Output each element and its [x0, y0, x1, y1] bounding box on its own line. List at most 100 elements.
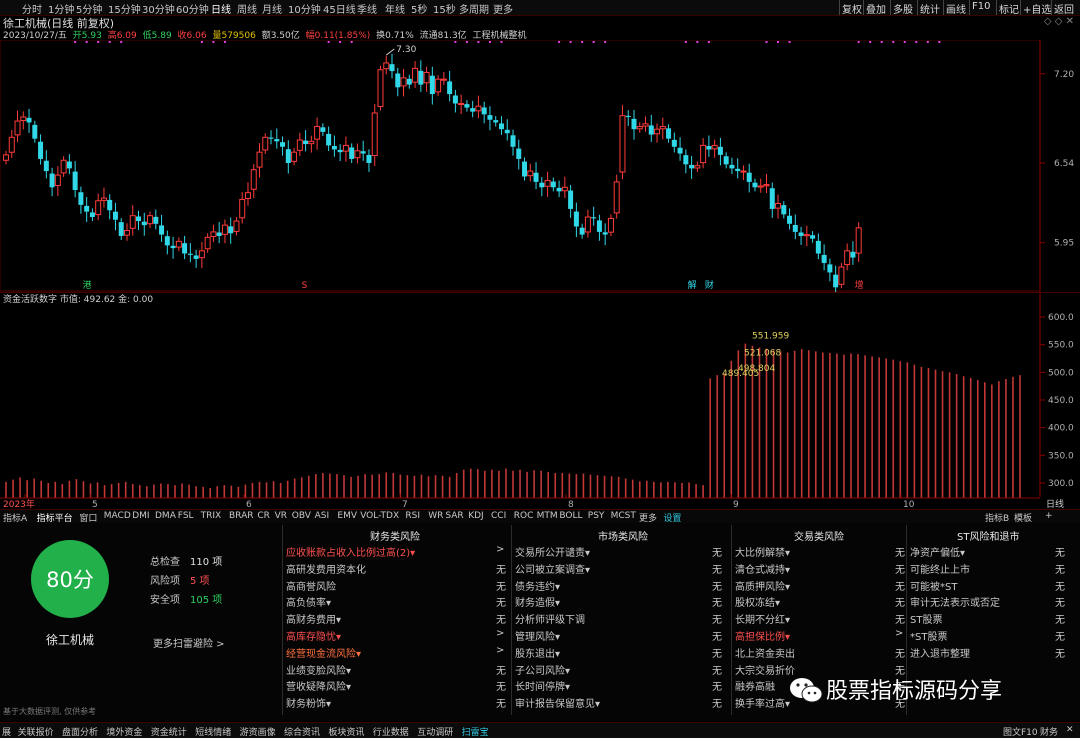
risk-item-3-2[interactable]: 可能被*ST 无 — [910, 578, 1065, 593]
indicator-tab-3[interactable]: MACD — [104, 511, 131, 521]
bottom-tab-4[interactable]: 资金统计 — [151, 725, 187, 738]
indicator-tab-7[interactable]: TRIX — [201, 511, 222, 521]
risk-item-1-5[interactable]: 管理风险▾ 无 — [515, 628, 722, 643]
risk-item-2-2[interactable]: 高质押风险▾ 无 — [735, 578, 905, 593]
bottom-tab-1[interactable]: 关联报价 — [18, 725, 54, 738]
indicator-tab-14[interactable]: VOL-TDX — [360, 511, 399, 521]
chevron-right-icon[interactable]: > — [895, 628, 903, 639]
period-tab-16[interactable]: 更多 — [493, 1, 513, 16]
period-tab-13[interactable]: 5秒 — [411, 1, 427, 16]
period-tab-15[interactable]: 多周期 — [459, 1, 489, 16]
more-scan-link[interactable]: 更多扫雷避险 > — [153, 635, 225, 650]
risk-item-3-3[interactable]: 审计无法表示或否定 无 — [910, 594, 1065, 609]
toolbar-button-0[interactable]: 复权 — [842, 1, 862, 16]
risk-item-3-6[interactable]: 进入退市整理 无 — [910, 645, 1065, 660]
candlestick-chart[interactable]: 7.206.545.957.305.60港S解财增 — [0, 40, 1080, 292]
indicator-tab-24[interactable]: MCST — [611, 511, 636, 521]
risk-item-1-2[interactable]: 债务违约▾ 无 — [515, 578, 722, 593]
indicator-tab-4[interactable]: DMI — [132, 511, 149, 521]
chevron-right-icon[interactable]: > — [496, 628, 504, 639]
indicator-tab-13[interactable]: EMV — [337, 511, 357, 521]
indicator-tab-18[interactable]: KDJ — [468, 511, 484, 521]
bottom-right-item-2[interactable]: ✕ — [1066, 725, 1074, 735]
risk-item-1-0[interactable]: 交易所公开谴责▾ 无 — [515, 544, 722, 559]
risk-item-0-0[interactable]: 应收账款占收入比例过高(2)▾ > — [286, 544, 504, 559]
period-tab-12[interactable]: 年线 — [385, 1, 405, 16]
period-tab-9[interactable]: 10分钟 — [288, 1, 321, 16]
chevron-right-icon[interactable]: > — [496, 544, 504, 555]
toolbar-button-3[interactable]: 统计 — [920, 1, 940, 16]
risk-item-1-4[interactable]: 分析师评级下调 无 — [515, 611, 722, 626]
toolbar-button-1[interactable]: 叠加 — [866, 1, 886, 16]
indicator-tab-5[interactable]: DMA — [155, 511, 176, 521]
bottom-tab-3[interactable]: 境外资金 — [106, 725, 142, 738]
bottom-tab-9[interactable]: 行业数据 — [373, 725, 409, 738]
toolbar-button-5[interactable]: F10 — [972, 1, 990, 12]
period-tab-8[interactable]: 月线 — [262, 1, 282, 16]
period-tab-14[interactable]: 15秒 — [433, 1, 456, 16]
risk-item-1-1[interactable]: 公司被立案调查▾ 无 — [515, 561, 722, 576]
toolbar-button-4[interactable]: 画线 — [946, 1, 966, 16]
risk-item-0-9[interactable]: 财务粉饰▾ 无 — [286, 695, 506, 710]
indicator-tab-right-2[interactable]: + — [1045, 511, 1053, 521]
risk-item-1-6[interactable]: 股东退出▾ 无 — [515, 645, 722, 660]
indicator-tab-20[interactable]: ROC — [514, 511, 534, 521]
bottom-tab-6[interactable]: 游资画像 — [240, 725, 276, 738]
indicator-tab-10[interactable]: VR — [275, 511, 287, 521]
chart-panel-icons[interactable]: ◇ ◇ ✕ — [1044, 16, 1074, 27]
indicator-tab-16[interactable]: WR — [428, 511, 443, 521]
indicator-tab-12[interactable]: ASI — [315, 511, 330, 521]
period-tab-7[interactable]: 周线 — [237, 1, 257, 16]
risk-item-2-5[interactable]: 高担保比例▾ > — [735, 628, 903, 643]
indicator-tab-21[interactable]: MTM — [537, 511, 558, 521]
indicator-tab-15[interactable]: RSI — [405, 511, 420, 521]
risk-item-0-1[interactable]: 高研发费用资本化 无 — [286, 561, 506, 576]
indicator-tab-9[interactable]: CR — [257, 511, 270, 521]
diamond-icon[interactable]: ◇ — [1044, 16, 1052, 27]
toolbar-button-8[interactable]: 返回 — [1054, 1, 1074, 16]
fund-activity-chart[interactable]: 600.0 550.0 500.0 450.0 400.0 350.0 300.0 551.9… — [0, 292, 1080, 509]
risk-item-0-4[interactable]: 高财务费用▾ 无 — [286, 611, 506, 626]
risk-item-0-5[interactable]: 高库存隐忧▾ > — [286, 628, 504, 643]
risk-item-2-9[interactable]: 换手率过高▾ 无 — [735, 695, 905, 710]
indicator-tab-17[interactable]: SAR — [445, 511, 463, 521]
bottom-tab-7[interactable]: 综合资讯 — [284, 725, 320, 738]
indicator-tab-11[interactable]: OBV — [292, 511, 311, 521]
risk-item-2-6[interactable]: 北上资金卖出 无 — [735, 645, 905, 660]
period-tab-11[interactable]: 季线 — [357, 1, 377, 16]
risk-item-0-3[interactable]: 高负债率▾ 无 — [286, 594, 506, 609]
indicator-tab-23[interactable]: PSY — [588, 511, 605, 521]
risk-item-0-8[interactable]: 营收疑降风险▾ 无 — [286, 678, 506, 693]
risk-item-1-3[interactable]: 财务造假▾ 无 — [515, 594, 722, 609]
risk-item-1-8[interactable]: 长时间停牌▾ 无 — [515, 678, 722, 693]
period-tab-6[interactable]: 日线 — [211, 1, 231, 16]
period-tab-2[interactable]: 5分钟 — [76, 1, 102, 16]
risk-item-3-5[interactable]: *ST股票 无 — [910, 628, 1065, 643]
period-tab-5[interactable]: 60分钟 — [176, 1, 209, 16]
toolbar-button-2[interactable]: 多股 — [893, 1, 913, 16]
risk-item-0-7[interactable]: 业绩变脸风险▾ 无 — [286, 662, 506, 677]
period-tab-3[interactable]: 15分钟 — [108, 1, 141, 16]
close-icon[interactable]: ✕ — [1066, 16, 1074, 27]
bottom-tab-11[interactable]: 扫雷宝 — [462, 725, 489, 738]
indicator-tab-22[interactable]: BOLL — [559, 511, 582, 521]
period-tab-1[interactable]: 1分钟 — [48, 1, 74, 16]
bottom-tab-10[interactable]: 互动调研 — [417, 725, 453, 738]
risk-item-0-2[interactable]: 高商誉风险 无 — [286, 578, 506, 593]
risk-item-2-8[interactable]: 融券高融无 — [735, 678, 905, 693]
risk-item-3-0[interactable]: 净资产偏低▾ 无 — [910, 544, 1065, 559]
diamond-icon[interactable]: ◇ — [1055, 16, 1063, 27]
chevron-right-icon[interactable]: > — [496, 645, 504, 656]
risk-item-3-1[interactable]: 可能终止上市 无 — [910, 561, 1065, 576]
risk-item-2-4[interactable]: 长期不分红▾ 无 — [735, 611, 905, 626]
bottom-tab-5[interactable]: 短线情绪 — [195, 725, 231, 738]
risk-item-2-3[interactable]: 股权冻结▾ 无 — [735, 594, 905, 609]
bottom-tab-8[interactable]: 板块资讯 — [328, 725, 364, 738]
bottom-tab-2[interactable]: 盘面分析 — [62, 725, 98, 738]
period-tab-4[interactable]: 30分钟 — [142, 1, 175, 16]
bottom-tab-0[interactable]: 展 — [2, 725, 11, 738]
risk-item-3-4[interactable]: ST股票 无 — [910, 611, 1065, 626]
indicator-tab-19[interactable]: CCI — [491, 511, 506, 521]
risk-item-1-7[interactable]: 子公司风险▾ 无 — [515, 662, 722, 677]
toolbar-button-6[interactable]: 标记 — [999, 1, 1019, 16]
